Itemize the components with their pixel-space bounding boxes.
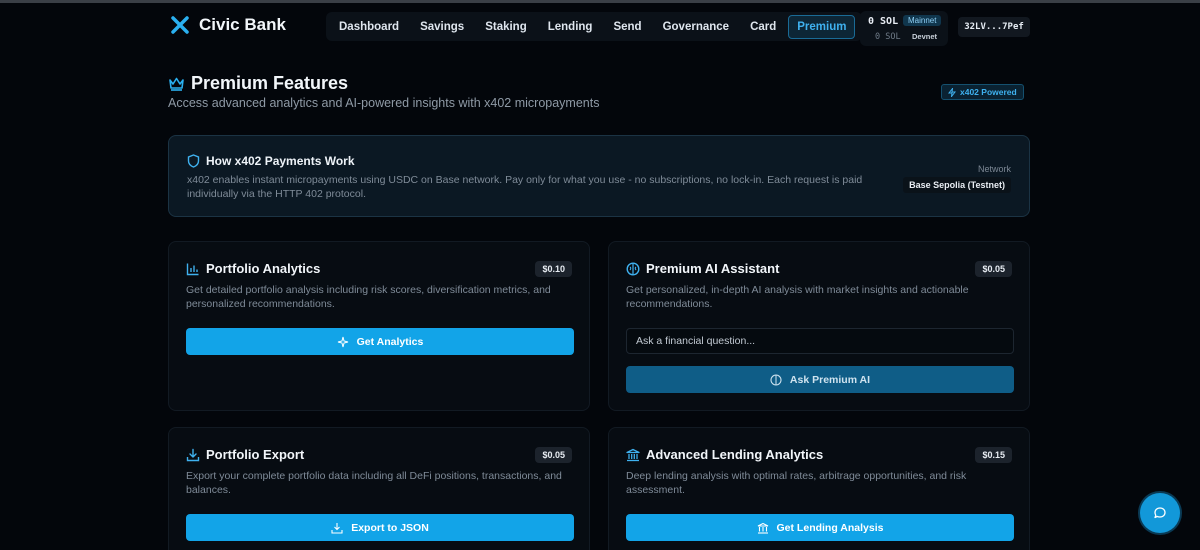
download-icon: [186, 448, 200, 461]
top-header: Civic Bank Dashboard Savings Staking Len…: [0, 3, 1200, 48]
download-icon: [331, 522, 343, 534]
button-label: Ask Premium AI: [789, 373, 871, 386]
button-label: Get Lending Analysis: [776, 521, 884, 534]
button-label: Get Analytics: [356, 335, 424, 348]
price-badge: $0.10: [535, 261, 572, 277]
sparkles-icon: [337, 336, 348, 347]
ask-premium-ai-button[interactable]: Ask Premium AI: [626, 366, 1014, 393]
card-title: Premium AI Assistant: [646, 261, 780, 276]
chat-bubble-icon: [1154, 507, 1166, 519]
get-lending-analysis-button[interactable]: Get Lending Analysis: [626, 514, 1014, 541]
ai-question-input[interactable]: [626, 328, 1014, 354]
nav-lending[interactable]: Lending: [539, 15, 602, 39]
bank-icon: [626, 448, 640, 461]
info-title: How x402 Payments Work: [206, 154, 355, 168]
x402-powered-badge: x402 Powered: [941, 84, 1024, 100]
info-description: x402 enables instant micropayments using…: [187, 174, 863, 200]
card-header: Portfolio Export: [186, 447, 304, 462]
wallet-balance-widget[interactable]: 0 SOL Mainnet 0 SOL Devnet: [860, 11, 948, 46]
brain-icon: [626, 261, 640, 276]
card-description: Get personalized, in-depth AI analysis w…: [626, 284, 969, 310]
civic-logo-icon: [171, 16, 189, 34]
x402-info-card: How x402 Payments Work x402 enables inst…: [168, 135, 1030, 217]
portfolio-export-card: Portfolio Export $0.05 Export your compl…: [168, 427, 590, 550]
card-description: Get detailed portfolio analysis includin…: [186, 284, 551, 310]
premium-ai-card: Premium AI Assistant $0.05 Get personali…: [608, 241, 1030, 411]
price-badge: $0.15: [975, 447, 1012, 463]
page-title-row: Premium Features: [168, 73, 348, 94]
export-json-button[interactable]: Export to JSON: [186, 514, 574, 541]
page-subtitle: Access advanced analytics and AI-powered…: [168, 96, 600, 110]
devnet-label: Devnet: [912, 32, 938, 41]
network-label: Network: [977, 164, 1011, 174]
card-description: Export your complete portfolio data incl…: [186, 470, 562, 496]
button-label: Export to JSON: [351, 521, 429, 534]
price-badge: $0.05: [975, 261, 1012, 277]
nav-dashboard[interactable]: Dashboard: [330, 15, 408, 39]
chat-fab-button[interactable]: [1140, 493, 1180, 533]
card-title: Advanced Lending Analytics: [646, 447, 824, 462]
bank-icon: [757, 522, 768, 534]
badge-label: x402 Powered: [960, 87, 1017, 97]
card-header: Premium AI Assistant: [626, 261, 779, 276]
page-title: Premium Features: [191, 73, 349, 93]
nav-send[interactable]: Send: [604, 15, 650, 39]
nav-governance[interactable]: Governance: [654, 15, 738, 39]
lightning-icon: [948, 87, 956, 97]
price-badge: $0.05: [535, 447, 572, 463]
bar-chart-icon: [186, 263, 199, 275]
mainnet-badge: Mainnet: [903, 15, 942, 26]
brand-logo[interactable]: Civic Bank: [170, 15, 286, 35]
nav-savings[interactable]: Savings: [411, 15, 473, 39]
lending-analytics-card: Advanced Lending Analytics $0.15 Deep le…: [608, 427, 1030, 550]
brain-icon: [770, 373, 782, 386]
card-header: Portfolio Analytics: [186, 261, 320, 276]
crown-icon: [169, 77, 184, 91]
wallet-address-button[interactable]: 32LV...7Pef: [958, 17, 1030, 37]
shield-icon: [187, 154, 200, 168]
get-analytics-button[interactable]: Get Analytics: [186, 328, 574, 355]
network-value: Base Sepolia (Testnet): [903, 177, 1011, 193]
card-header: Advanced Lending Analytics: [626, 447, 823, 462]
brand-name: Civic Bank: [199, 15, 286, 34]
card-title: Portfolio Analytics: [206, 261, 321, 276]
card-title: Portfolio Export: [206, 447, 305, 462]
devnet-balance: 0 SOL: [875, 32, 901, 42]
card-description: Deep lending analysis with optimal rates…: [626, 470, 967, 496]
nav-staking[interactable]: Staking: [476, 15, 536, 39]
main-nav: Dashboard Savings Staking Lending Send G…: [326, 12, 863, 41]
info-header: How x402 Payments Work: [187, 154, 355, 168]
nav-card[interactable]: Card: [741, 15, 785, 39]
portfolio-analytics-card: Portfolio Analytics $0.10 Get detailed p…: [168, 241, 590, 411]
nav-premium[interactable]: Premium: [788, 14, 856, 39]
wallet-balance: 0 SOL: [868, 16, 899, 27]
